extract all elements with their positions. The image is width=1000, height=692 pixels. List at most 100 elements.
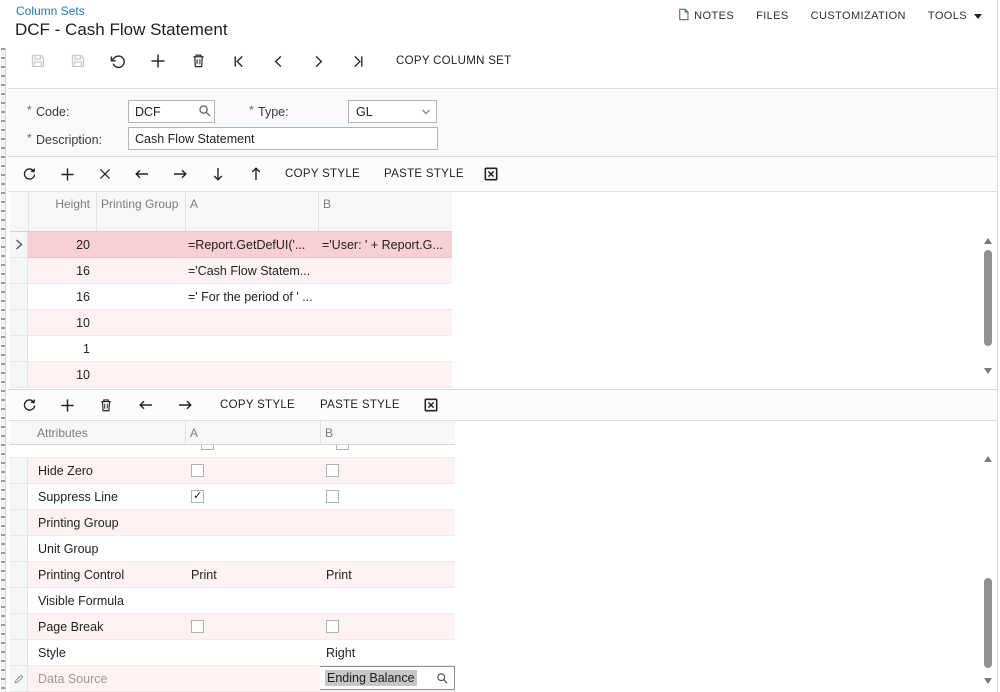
column-b-cell[interactable] (318, 336, 452, 361)
checkbox[interactable] (326, 620, 339, 633)
table-row[interactable]: 1 (10, 336, 452, 362)
table-row[interactable]: Data Source Ending Balance (10, 666, 455, 692)
files-button[interactable]: FILES (756, 10, 789, 22)
printing-group-cell[interactable] (96, 232, 185, 257)
move-column-left-button[interactable] (123, 160, 161, 188)
height-cell[interactable]: 10 (28, 362, 96, 387)
tools-button[interactable]: TOOLS (928, 10, 982, 22)
column-b-cell[interactable] (318, 258, 452, 283)
lookup-magnifier-icon[interactable] (436, 672, 449, 688)
printing-group-cell[interactable] (96, 284, 185, 309)
row-selector-cell[interactable] (10, 484, 28, 510)
column-b-header[interactable]: B (318, 192, 452, 231)
row-selector-cell[interactable] (10, 258, 28, 284)
copy-column-set-button[interactable]: COPY COLUMN SET (396, 55, 511, 67)
table-row[interactable]: 10 (10, 362, 452, 388)
height-column-header[interactable]: Height (28, 192, 96, 231)
row-selector-cell[interactable] (10, 336, 28, 362)
go-previous-button[interactable] (258, 47, 298, 75)
table-row[interactable]: 16 ='Cash Flow Statem... (10, 258, 452, 284)
column-a-cell[interactable] (185, 588, 320, 613)
row-selector-cell[interactable] (10, 588, 28, 614)
move-column-right-button[interactable] (161, 160, 199, 188)
column-b-cell[interactable] (320, 510, 455, 535)
row-selector-cell[interactable] (10, 614, 28, 640)
delete-row-button[interactable] (86, 391, 126, 419)
go-first-button[interactable] (218, 47, 258, 75)
row-selector-cell[interactable] (10, 458, 28, 484)
column-a-cell[interactable] (185, 484, 320, 509)
move-column-right-button[interactable] (166, 391, 204, 419)
row-selector-cell[interactable] (10, 310, 28, 336)
height-cell[interactable]: 1 (28, 336, 96, 361)
checkbox[interactable] (326, 464, 339, 477)
column-a-cell[interactable] (185, 458, 320, 483)
customization-button[interactable]: CUSTOMIZATION (811, 10, 906, 22)
refresh-button[interactable] (10, 160, 48, 188)
table-row[interactable]: Page Break (10, 614, 455, 640)
printing-group-cell[interactable] (96, 258, 185, 283)
delete-button[interactable] (178, 47, 218, 75)
row-selector-cell[interactable] (10, 362, 28, 388)
column-a-cell[interactable] (185, 336, 318, 361)
checkbox[interactable] (191, 620, 204, 633)
save-button[interactable] (58, 47, 98, 75)
scrollbar-thumb[interactable] (984, 578, 992, 668)
copy-style-button[interactable]: COPY STYLE (220, 399, 295, 411)
column-b-cell[interactable]: Right (320, 640, 455, 665)
table-row[interactable]: Unit Group (10, 536, 455, 562)
column-a-cell[interactable]: =Report.GetDefUI('... (185, 232, 318, 257)
table-row[interactable]: Suppress Line (10, 484, 455, 510)
move-row-down-button[interactable] (199, 160, 237, 188)
delete-row-button[interactable] (86, 160, 123, 188)
table-row[interactable]: Style Right (10, 640, 455, 666)
column-a-cell[interactable] (185, 640, 320, 665)
scroll-down-icon[interactable] (984, 368, 992, 374)
breadcrumb[interactable]: Column Sets (16, 4, 85, 18)
column-b-cell[interactable] (320, 614, 455, 639)
column-b-cell[interactable] (318, 284, 452, 309)
height-cell[interactable]: 16 (28, 258, 96, 283)
column-b-cell[interactable] (320, 588, 455, 613)
description-input[interactable] (128, 127, 438, 150)
checkbox[interactable] (191, 489, 204, 503)
height-cell[interactable]: 10 (28, 310, 96, 335)
column-b-cell[interactable]: Ending Balance (320, 666, 455, 691)
move-column-left-button[interactable] (126, 391, 166, 419)
row-selector-cell[interactable] (10, 562, 28, 588)
height-cell[interactable]: 16 (28, 284, 96, 309)
printing-group-cell[interactable] (96, 336, 185, 361)
printing-group-column-header[interactable]: Printing Group (96, 192, 185, 231)
scroll-down-icon[interactable] (984, 678, 992, 684)
scroll-up-icon[interactable] (984, 238, 992, 244)
height-cell[interactable]: 20 (28, 232, 96, 257)
column-b-header[interactable]: B (320, 421, 455, 444)
column-a-header[interactable]: A (185, 192, 318, 231)
type-chevron-icon[interactable] (420, 105, 432, 123)
column-b-cell[interactable] (320, 536, 455, 561)
notes-button[interactable]: NOTES (678, 8, 734, 24)
column-b-cell[interactable] (318, 362, 452, 387)
scrollbar-thumb[interactable] (984, 250, 992, 346)
checkbox[interactable] (326, 490, 339, 503)
column-a-cell[interactable] (185, 614, 320, 639)
column-b-cell[interactable]: Print (320, 562, 455, 587)
printing-group-cell[interactable] (96, 362, 185, 387)
table-row[interactable]: 10 (10, 310, 452, 336)
column-a-cell[interactable] (185, 536, 320, 561)
move-row-up-button[interactable] (237, 160, 275, 188)
refresh-button[interactable] (10, 391, 48, 419)
checkbox[interactable] (191, 464, 204, 477)
row-selector-cell[interactable] (10, 640, 28, 666)
checkbox[interactable] (336, 445, 349, 450)
column-a-cell[interactable] (185, 666, 320, 691)
paste-style-button[interactable]: PASTE STYLE (384, 168, 464, 180)
column-b-cell[interactable]: ='User: ' + Report.G... (318, 232, 452, 257)
copy-style-button[interactable]: COPY STYLE (285, 168, 360, 180)
table-row[interactable]: Hide Zero (10, 458, 455, 484)
column-a-header[interactable]: A (185, 421, 320, 444)
column-b-cell[interactable] (320, 484, 455, 509)
add-row-button[interactable] (48, 391, 86, 419)
table-row[interactable]: 16 =' For the period of ' ... (10, 284, 452, 310)
data-source-editor[interactable]: Ending Balance (320, 666, 455, 690)
